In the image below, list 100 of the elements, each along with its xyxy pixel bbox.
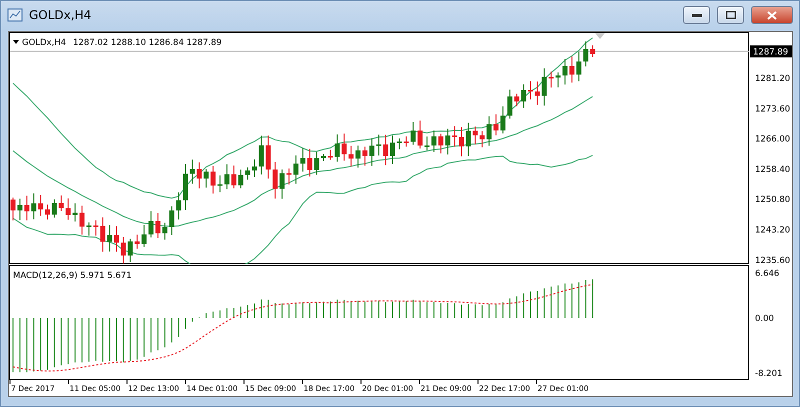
- candlestick: [45, 204, 50, 220]
- candlestick: [218, 174, 222, 193]
- candlestick: [418, 120, 423, 149]
- chart-window-icon: [7, 8, 23, 22]
- dropdown-icon[interactable]: [13, 40, 19, 44]
- candlestick: [210, 165, 216, 194]
- minimize-icon: [692, 13, 702, 17]
- candlestick: [396, 138, 402, 150]
- candlestick: [86, 222, 92, 236]
- candlestick: [52, 198, 57, 218]
- candlestick: [494, 114, 498, 136]
- candlestick: [410, 122, 416, 146]
- candlestick: [445, 128, 450, 155]
- candlestick: [583, 40, 588, 67]
- candlestick: [17, 198, 22, 221]
- price-axis-label: 1235.60: [755, 256, 790, 266]
- candlestick: [472, 126, 478, 145]
- candlestick: [569, 56, 574, 84]
- candlestick: [72, 202, 78, 222]
- candlestick: [342, 133, 347, 162]
- candlestick: [286, 168, 292, 185]
- price-axis-label: 1273.60: [755, 104, 790, 114]
- candlestick: [480, 130, 485, 148]
- candlestick: [376, 134, 382, 156]
- macd-axis-label: -8.201: [755, 369, 782, 379]
- candlestick: [307, 148, 312, 177]
- price-axis-label: 1266.00: [755, 134, 790, 145]
- candlestick: [556, 72, 561, 88]
- macd-axis-label: 6.646: [755, 269, 780, 279]
- candlestick: [542, 68, 547, 106]
- candlestick: [576, 51, 582, 82]
- candlestick: [162, 222, 168, 240]
- candlestick: [66, 198, 71, 220]
- candlestick: [293, 154, 298, 184]
- candlestick: [258, 135, 264, 175]
- close-button[interactable]: [751, 6, 793, 24]
- candlestick: [128, 238, 133, 263]
- candlestick: [10, 197, 16, 221]
- maximize-button[interactable]: [717, 6, 744, 24]
- candlestick: [134, 234, 140, 250]
- candlestick: [38, 194, 44, 216]
- candlestick: [362, 146, 368, 166]
- shift-marker-icon: [595, 33, 605, 39]
- candlestick: [58, 194, 64, 212]
- current-price-label: 1287.89: [750, 45, 792, 58]
- candlestick: [183, 163, 188, 210]
- candlestick: [514, 93, 520, 107]
- candlestick: [321, 154, 326, 162]
- minimize-button[interactable]: [683, 6, 710, 24]
- candlestick: [507, 89, 512, 120]
- candlestick: [521, 84, 526, 108]
- candlestick: [328, 149, 333, 160]
- candlestick: [120, 236, 126, 264]
- window-title: GOLDx,H4: [29, 8, 92, 22]
- candlestick: [252, 158, 257, 178]
- candlestick: [155, 212, 160, 238]
- price-axis-label: 1250.80: [755, 195, 790, 206]
- candlestick: [431, 130, 436, 152]
- candlestick: [100, 216, 106, 252]
- close-icon: [767, 10, 777, 20]
- candlestick: [314, 151, 320, 176]
- candlestick: [383, 134, 388, 166]
- candlestick: [231, 165, 236, 189]
- candlestick: [148, 210, 154, 238]
- chart-ohlc: 1287.02 1288.10 1286.84 1287.89: [73, 38, 222, 48]
- candlestick: [424, 136, 430, 151]
- price-axis-label: 1258.40: [755, 164, 790, 175]
- macd-label: MACD(12,26,9) 5.971 5.671: [13, 271, 132, 281]
- candlestick: [190, 159, 195, 184]
- candlestick: [500, 106, 506, 134]
- candlestick: [528, 80, 533, 100]
- candlestick: [196, 162, 202, 189]
- candlestick: [590, 44, 596, 58]
- candlestick: [31, 192, 36, 220]
- candlestick: [438, 133, 444, 154]
- candlestick: [204, 168, 209, 188]
- candlestick: [93, 220, 98, 236]
- candlestick: [107, 224, 112, 252]
- candlestick: [334, 134, 340, 162]
- candlestick: [348, 145, 354, 168]
- candlestick: [169, 206, 174, 236]
- candlestick: [266, 135, 271, 180]
- candlestick: [238, 169, 244, 189]
- candlestick: [466, 122, 471, 157]
- candlestick: [142, 224, 147, 248]
- candlestick: [176, 192, 182, 220]
- candlestick: [486, 116, 492, 146]
- candlestick: [548, 71, 554, 88]
- chart-symbol: GOLDx,H4: [22, 38, 66, 48]
- price-axis-label: 1281.20: [755, 74, 790, 84]
- price-axis-label: 1243.20: [755, 226, 790, 236]
- candlestick: [534, 81, 540, 106]
- candlestick: [272, 161, 278, 200]
- candlestick: [356, 145, 360, 168]
- candlestick: [24, 195, 30, 221]
- candlestick: [245, 166, 250, 180]
- candlestick: [459, 126, 464, 157]
- candlestick: [224, 164, 230, 190]
- macd-axis-label: 0.00: [755, 314, 774, 324]
- candlestick: [300, 148, 306, 172]
